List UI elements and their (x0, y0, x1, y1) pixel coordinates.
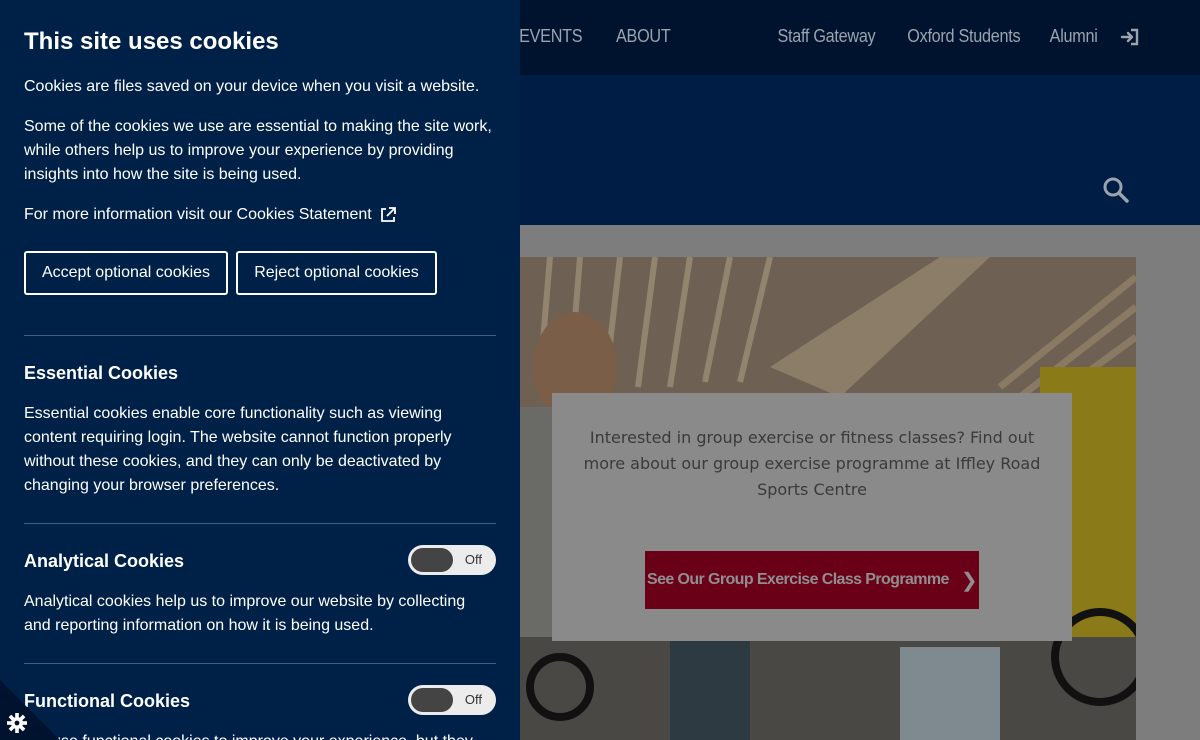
chevron-right-icon: ❯ (960, 569, 978, 592)
toggle-state-label: Off (464, 552, 482, 567)
functional-cookies-toggle[interactable]: Off (408, 685, 496, 715)
group-exercise-button-label: See Our Group Exercise Class Programme (647, 571, 949, 588)
nav-item-about[interactable]: ABOUT (616, 26, 671, 47)
essential-cookies-title: Essential Cookies (24, 363, 179, 383)
toggle-state-label: Off (464, 692, 482, 707)
divider (24, 663, 496, 664)
essential-cookies-description: Essential cookies enable core functional… (24, 405, 452, 494)
divider (24, 523, 496, 524)
utility-nav: Staff Gateway Oxford Students Alumni (772, 26, 1140, 47)
cookie-consent-panel: This site uses cookies Cookies are files… (0, 0, 520, 740)
sign-in-icon[interactable] (1120, 27, 1140, 47)
toggle-knob (411, 548, 453, 572)
nav-item-oxford-students[interactable]: Oxford Students (907, 26, 1020, 47)
reject-optional-cookies-button[interactable]: Reject optional cookies (236, 251, 437, 295)
external-link-icon (380, 207, 396, 222)
cookies-statement-label: For more information visit our Cookies S… (24, 206, 372, 223)
nav-item-staff-gateway[interactable]: Staff Gateway (778, 26, 876, 47)
cookie-description: Some of the cookies we use are essential… (24, 118, 492, 183)
divider (24, 335, 496, 336)
toggle-knob (411, 688, 453, 712)
cookie-settings-button[interactable] (0, 680, 60, 740)
cookie-intro: Cookies are files saved on your device w… (24, 78, 480, 95)
search-icon[interactable] (1102, 176, 1130, 204)
gear-icon (7, 713, 27, 733)
accept-optional-cookies-button[interactable]: Accept optional cookies (24, 251, 228, 295)
cookie-panel-title: This site uses cookies (24, 28, 279, 55)
analytical-cookies-toggle[interactable]: Off (408, 545, 496, 575)
main-nav: & EVENTS ABOUT (500, 26, 673, 47)
analytical-cookies-description: Analytical cookies help us to improve ou… (24, 593, 466, 634)
nav-item-alumni[interactable]: Alumni (1049, 26, 1097, 47)
hero-text: Interested in group exercise or fitness … (583, 428, 1041, 499)
analytical-cookies-title: Analytical Cookies (24, 551, 185, 571)
group-exercise-button[interactable]: See Our Group Exercise Class Programme ❯ (645, 551, 979, 609)
cookies-statement-link[interactable]: For more information visit our Cookies S… (24, 206, 397, 224)
functional-cookies-description: We use functional cookies to improve you… (24, 730, 496, 740)
